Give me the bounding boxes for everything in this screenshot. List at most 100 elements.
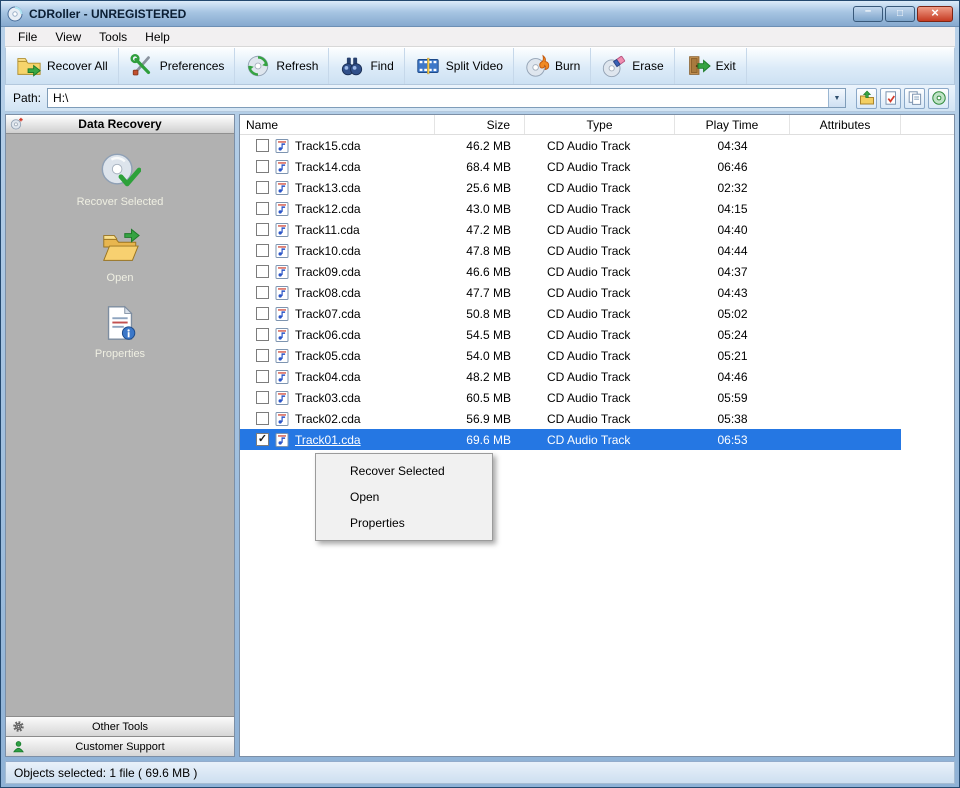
folder-up-button[interactable] (856, 88, 877, 109)
column-header-name[interactable]: Name (240, 115, 435, 134)
file-row[interactable]: Track09.cda46.6 MBCD Audio Track04:37 (240, 261, 954, 282)
file-row[interactable]: Track13.cda25.6 MBCD Audio Track02:32 (240, 177, 954, 198)
file-row[interactable]: Track04.cda48.2 MBCD Audio Track04:46 (240, 366, 954, 387)
file-list-header: NameSizeTypePlay TimeAttributes (240, 115, 954, 135)
toolbar-refresh-button[interactable]: Refresh (235, 48, 329, 84)
toolbar-split-video-button[interactable]: Split Video (405, 48, 514, 84)
file-row[interactable]: Track12.cda43.0 MBCD Audio Track04:15 (240, 198, 954, 219)
row-checkbox[interactable] (256, 244, 269, 257)
toolbar-exit-button[interactable]: Exit (675, 48, 747, 84)
menu-tools[interactable]: Tools (90, 28, 136, 46)
menu-file[interactable]: File (9, 28, 46, 46)
file-name: Track01.cda (295, 433, 361, 447)
file-row[interactable]: Track08.cda47.7 MBCD Audio Track04:43 (240, 282, 954, 303)
audio-file-icon (274, 222, 290, 238)
statusbar: Objects selected: 1 file ( 69.6 MB ) (5, 761, 955, 784)
toolbar-recover-all-button[interactable]: Recover All (6, 48, 119, 84)
toolbar-erase-button[interactable]: Erase (591, 48, 674, 84)
refresh-icon (245, 53, 271, 79)
sidebar-header: Data Recovery (6, 115, 234, 134)
row-checkbox[interactable] (256, 412, 269, 425)
file-name-cell: Track02.cda (240, 408, 435, 429)
row-checkbox[interactable] (256, 139, 269, 152)
disc-image-button[interactable] (928, 88, 949, 109)
file-play-time: 05:02 (675, 303, 790, 324)
audio-file-icon (274, 201, 290, 217)
row-checkbox[interactable] (256, 223, 269, 236)
audio-file-icon (274, 411, 290, 427)
file-name: Track15.cda (295, 139, 361, 153)
audio-file-icon (274, 243, 290, 259)
file-name: Track07.cda (295, 307, 361, 321)
sidebar-other-tools-bar[interactable]: Other Tools (6, 716, 234, 736)
burn-icon (524, 53, 550, 79)
main-area: Data Recovery Recover SelectedOpenProper… (5, 112, 955, 761)
row-checkbox[interactable] (256, 307, 269, 320)
file-row[interactable]: Track15.cda46.2 MBCD Audio Track04:34 (240, 135, 954, 156)
path-combobox[interactable]: H:\ (47, 88, 846, 108)
chevron-down-icon[interactable] (828, 89, 845, 107)
close-button[interactable] (917, 6, 953, 22)
row-checkbox[interactable] (256, 160, 269, 173)
row-filler (901, 303, 954, 324)
row-checkbox[interactable] (256, 181, 269, 194)
row-checkbox[interactable] (256, 349, 269, 362)
toolbar-find-button[interactable]: Find (329, 48, 404, 84)
file-name: Track11.cda (295, 223, 360, 237)
row-checkbox[interactable] (256, 265, 269, 278)
file-row[interactable]: Track07.cda50.8 MBCD Audio Track05:02 (240, 303, 954, 324)
file-name: Track05.cda (295, 349, 361, 363)
column-header-size[interactable]: Size (435, 115, 525, 134)
column-header-play-time[interactable]: Play Time (675, 115, 790, 134)
recover-selected-icon (99, 150, 141, 192)
file-row[interactable]: ✓Track01.cda69.6 MBCD Audio Track06:53 (240, 429, 954, 450)
audio-file-icon (274, 285, 290, 301)
file-type: CD Audio Track (525, 198, 675, 219)
sidebar-header-label: Data Recovery (78, 117, 161, 131)
context-menu-item-recover-selected[interactable]: Recover Selected (316, 458, 492, 484)
toolbar-burn-button[interactable]: Burn (514, 48, 591, 84)
file-type: CD Audio Track (525, 135, 675, 156)
audio-file-icon (274, 306, 290, 322)
path-label: Path: (7, 91, 41, 105)
select-files-button[interactable] (880, 88, 901, 109)
row-checkbox[interactable] (256, 370, 269, 383)
row-checkbox[interactable] (256, 286, 269, 299)
file-row[interactable]: Track03.cda60.5 MBCD Audio Track05:59 (240, 387, 954, 408)
file-row[interactable]: Track05.cda54.0 MBCD Audio Track05:21 (240, 345, 954, 366)
maximize-button[interactable] (885, 6, 915, 22)
toolbar-button-label: Refresh (276, 59, 318, 73)
toolbar-preferences-button[interactable]: Preferences (119, 48, 236, 84)
sidebar-action-open[interactable]: Open (6, 226, 234, 284)
sidebar-action-recover-selected[interactable]: Recover Selected (6, 150, 234, 208)
select-files-icon (883, 90, 899, 106)
context-menu-item-open[interactable]: Open (316, 484, 492, 510)
file-attributes (790, 177, 901, 198)
file-row[interactable]: Track11.cda47.2 MBCD Audio Track04:40 (240, 219, 954, 240)
row-checkbox[interactable] (256, 391, 269, 404)
file-row[interactable]: Track06.cda54.5 MBCD Audio Track05:24 (240, 324, 954, 345)
file-row[interactable]: Track02.cda56.9 MBCD Audio Track05:38 (240, 408, 954, 429)
column-header-attributes[interactable]: Attributes (790, 115, 901, 134)
sidebar-action-properties[interactable]: Properties (6, 302, 234, 360)
file-attributes (790, 261, 901, 282)
menu-view[interactable]: View (46, 28, 90, 46)
row-checkbox[interactable] (256, 202, 269, 215)
file-type: CD Audio Track (525, 345, 675, 366)
context-menu-item-properties[interactable]: Properties (316, 510, 492, 536)
row-checkbox[interactable]: ✓ (256, 433, 269, 446)
column-header-type[interactable]: Type (525, 115, 675, 134)
file-row[interactable]: Track14.cda68.4 MBCD Audio Track06:46 (240, 156, 954, 177)
file-attributes (790, 135, 901, 156)
sidebar-footer: Other ToolsCustomer Support (6, 716, 234, 756)
file-row[interactable]: Track10.cda47.8 MBCD Audio Track04:44 (240, 240, 954, 261)
copy-files-button[interactable] (904, 88, 925, 109)
sidebar-customer-support-bar[interactable]: Customer Support (6, 736, 234, 756)
minimize-button[interactable] (853, 6, 883, 22)
column-header-filler (901, 115, 954, 134)
menu-help[interactable]: Help (136, 28, 179, 46)
row-filler (901, 345, 954, 366)
file-play-time: 04:46 (675, 366, 790, 387)
file-name-cell: Track04.cda (240, 366, 435, 387)
row-checkbox[interactable] (256, 328, 269, 341)
